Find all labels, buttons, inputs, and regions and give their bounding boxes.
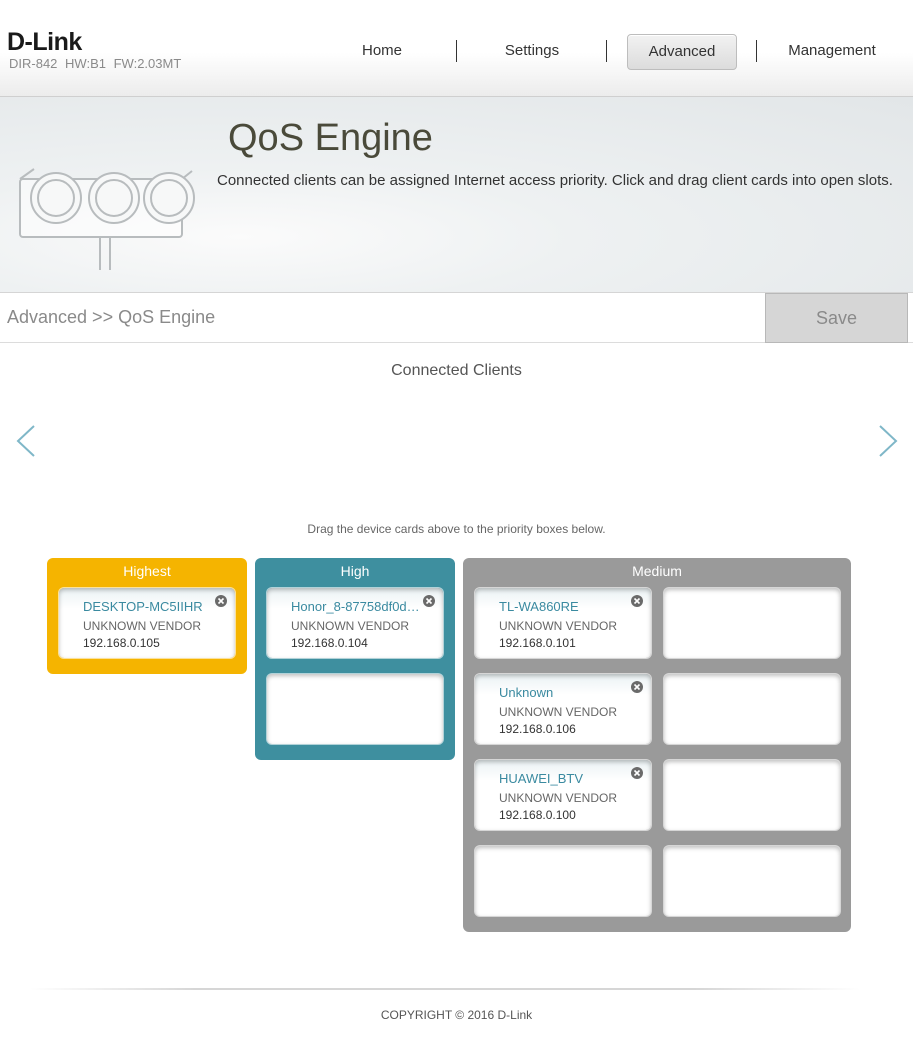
page-title: QoS Engine	[228, 117, 433, 159]
top-header: D-Link DIR-842 HW:B1 FW:2.03MT Home Sett…	[0, 0, 913, 97]
qos-traffic-light-icon	[19, 168, 195, 270]
priority-label-high: High	[340, 563, 370, 579]
nav-advanced[interactable]: Advanced	[627, 34, 737, 70]
nav-separator	[756, 40, 757, 62]
footer-divider	[30, 988, 860, 990]
client-card[interactable]: Unknown UNKNOWN VENDOR 192.168.0.106	[475, 674, 651, 744]
close-icon[interactable]	[215, 595, 227, 607]
client-ip: 192.168.0.106	[499, 722, 576, 736]
close-icon[interactable]	[631, 767, 643, 779]
empty-slot[interactable]	[664, 674, 840, 744]
chevron-left-icon[interactable]	[14, 424, 38, 458]
page-description: Connected clients can be assigned Intern…	[217, 172, 893, 189]
client-vendor: UNKNOWN VENDOR	[291, 619, 410, 633]
client-ip: 192.168.0.104	[291, 636, 368, 650]
empty-slot[interactable]	[475, 846, 651, 916]
client-card[interactable]: TL-WA860RE UNKNOWN VENDOR 192.168.0.101	[475, 588, 651, 658]
page-banner: QoS Engine Connected clients can be assi…	[0, 97, 913, 293]
client-card[interactable]: Honor_8-87758df0d7... UNKNOWN VENDOR 192…	[267, 588, 443, 658]
breadcrumb-bar: Advanced >> QoS Engine Save	[0, 293, 913, 343]
dlink-logo: D-Link	[7, 28, 82, 56]
priority-box-highest: Highest DESKTOP-MC5IIHR UNKNOWN VENDOR 1…	[47, 558, 247, 674]
nav-separator	[606, 40, 607, 62]
nav-home[interactable]: Home	[332, 34, 432, 68]
empty-slot[interactable]	[664, 760, 840, 830]
client-vendor: UNKNOWN VENDOR	[499, 791, 618, 805]
nav-management[interactable]: Management	[777, 34, 887, 68]
client-name: Honor_8-87758df0d7...	[291, 599, 423, 614]
chevron-right-icon[interactable]	[876, 424, 900, 458]
client-name: TL-WA860RE	[499, 599, 579, 614]
client-ip: 192.168.0.105	[83, 636, 160, 650]
client-vendor: UNKNOWN VENDOR	[499, 705, 618, 719]
nav-settings[interactable]: Settings	[482, 34, 582, 68]
client-name: Unknown	[499, 685, 554, 700]
client-card[interactable]: DESKTOP-MC5IIHR UNKNOWN VENDOR 192.168.0…	[59, 588, 235, 658]
priority-label-medium: Medium	[632, 563, 682, 579]
client-ip: 192.168.0.100	[499, 808, 576, 822]
close-icon[interactable]	[423, 595, 435, 607]
close-icon[interactable]	[631, 595, 643, 607]
client-vendor: UNKNOWN VENDOR	[499, 619, 618, 633]
priority-box-high: High Honor_8-87758df0d7... UNKNOWN VENDO…	[255, 558, 455, 760]
firmware-version: FW:2.03MT	[113, 56, 182, 71]
client-vendor: UNKNOWN VENDOR	[83, 619, 202, 633]
priority-box-medium: Medium TL-WA860RE UNKNOWN VENDOR 192.168…	[463, 558, 851, 932]
close-icon[interactable]	[631, 681, 643, 693]
client-name: HUAWEI_BTV	[499, 771, 584, 786]
priority-label-highest: Highest	[123, 563, 171, 579]
breadcrumb: Advanced >> QoS Engine	[7, 307, 216, 327]
empty-slot[interactable]	[267, 674, 443, 744]
model-name: DIR-842	[9, 56, 58, 71]
save-button[interactable]: Save	[765, 293, 908, 343]
connected-clients-title: Connected Clients	[391, 362, 522, 379]
client-card[interactable]: HUAWEI_BTV UNKNOWN VENDOR 192.168.0.100	[475, 760, 651, 830]
client-name: DESKTOP-MC5IIHR	[83, 599, 203, 614]
nav-separator	[456, 40, 457, 62]
client-ip: 192.168.0.101	[499, 636, 576, 650]
empty-slot[interactable]	[664, 846, 840, 916]
drag-hint: Drag the device cards above to the prior…	[307, 522, 606, 536]
empty-slot[interactable]	[664, 588, 840, 658]
device-info: DIR-842 HW:B1 FW:2.03MT	[9, 56, 181, 71]
copyright: COPYRIGHT © 2016 D-Link	[380, 1008, 533, 1022]
hardware-version: HW:B1	[65, 56, 106, 71]
